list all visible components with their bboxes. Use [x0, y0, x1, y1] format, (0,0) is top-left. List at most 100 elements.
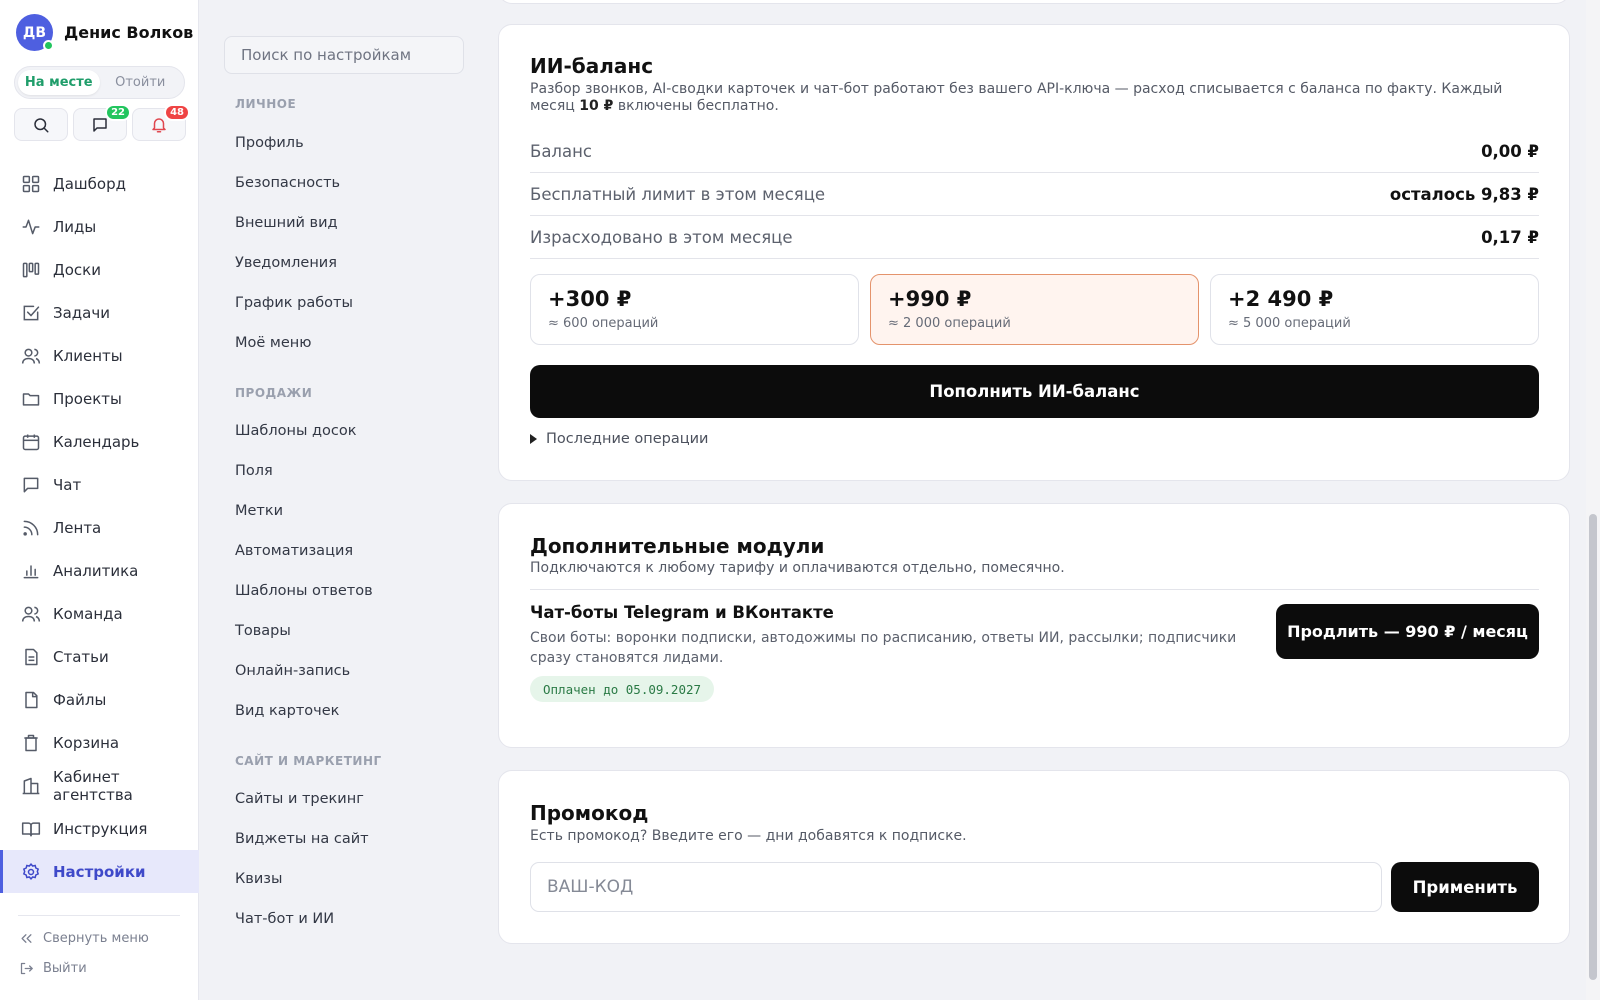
settings-item-products[interactable]: Товары: [235, 623, 291, 639]
scrollbar[interactable]: [1586, 0, 1600, 1000]
settings-item-security[interactable]: Безопасность: [235, 175, 340, 191]
nav-item-tasks[interactable]: Задачи: [0, 291, 199, 334]
document-icon: [25, 648, 38, 665]
messages-count-badge: 22: [105, 104, 131, 121]
settings-nav: ЛИЧНОЕ Профиль Безопасность Внешний вид …: [199, 0, 489, 1000]
checkbox-icon: [23, 305, 40, 320]
settings-item-board-templates[interactable]: Шаблоны досок: [235, 423, 357, 439]
nav-item-chat[interactable]: Чат: [0, 463, 199, 506]
logout-button[interactable]: Выйти: [19, 961, 87, 976]
package-option-990[interactable]: +990 ₽ ≈ 2 000 операций: [870, 274, 1199, 345]
modules-card: Дополнительные модули Подключаются к люб…: [498, 503, 1570, 748]
nav-item-label: Корзина: [53, 733, 120, 752]
spent-value: 0,17 ₽: [1481, 227, 1539, 247]
settings-item-tags[interactable]: Метки: [235, 503, 283, 519]
logout-icon: [20, 962, 33, 975]
nav-item-label: Доски: [53, 260, 101, 279]
gear-icon: [22, 862, 40, 880]
settings-group-title: САЙТ И МАРКЕТИНГ: [235, 754, 382, 768]
nav-item-team[interactable]: Команда: [0, 592, 199, 635]
settings-item-online-booking[interactable]: Онлайн-запись: [235, 663, 350, 679]
folder-icon: [22, 392, 40, 406]
recent-operations-toggle[interactable]: Последние операции: [530, 431, 708, 447]
nav-item-label: Аналитика: [53, 561, 139, 580]
sidebar-divider: [18, 915, 180, 916]
settings-item-appearance[interactable]: Внешний вид: [235, 215, 338, 231]
topup-ai-balance-button[interactable]: Пополнить ИИ-баланс: [530, 365, 1539, 418]
balance-label: Баланс: [530, 141, 592, 161]
online-status-dot: [43, 40, 54, 51]
nav-item-label: Задачи: [53, 303, 110, 322]
settings-search-input[interactable]: [224, 36, 464, 74]
notifications-button[interactable]: 48: [132, 104, 190, 141]
free-limit-label: Бесплатный лимит в этом месяце: [530, 184, 826, 204]
settings-item-fields[interactable]: Поля: [235, 463, 273, 479]
extend-module-button[interactable]: Продлить — 990 ₽ / месяц: [1276, 604, 1539, 659]
nav-item-dashboard[interactable]: Дашборд: [0, 162, 199, 205]
nav-item-agency-cabinet[interactable]: Кабинет агентства: [0, 764, 199, 807]
nav-item-feed[interactable]: Лента: [0, 506, 199, 549]
nav-item-leads[interactable]: Лиды: [0, 205, 199, 248]
balance-row: Баланс 0,00 ₽: [530, 130, 1539, 173]
nav-item-boards[interactable]: Доски: [0, 248, 199, 291]
nav-item-files[interactable]: Файлы: [0, 678, 199, 721]
nav-item-label: Настройки: [53, 862, 146, 881]
free-amount: 10 ₽: [579, 98, 614, 114]
nav-item-instructions[interactable]: Инструкция: [0, 807, 199, 850]
settings-item-automation[interactable]: Автоматизация: [235, 543, 353, 559]
free-limit-row: Бесплатный лимит в этом месяце осталось …: [530, 173, 1539, 216]
nav-item-calendar[interactable]: Календарь: [0, 420, 199, 463]
modules-subtitle: Подключаются к любому тарифу и оплачиваю…: [530, 560, 1065, 576]
search-button[interactable]: [14, 108, 68, 141]
rss-icon: [23, 520, 39, 536]
user-block[interactable]: ДВ Денис Волков: [16, 14, 193, 51]
nav-item-label: Лента: [53, 518, 102, 537]
settings-item-reply-templates[interactable]: Шаблоны ответов: [235, 583, 373, 599]
collapse-menu-button[interactable]: Свернуть меню: [19, 931, 149, 946]
avatar-initials: ДВ: [22, 24, 47, 41]
nav-item-clients[interactable]: Клиенты: [0, 334, 199, 377]
apply-promo-button[interactable]: Применить: [1391, 862, 1539, 912]
disclosure-triangle-icon: [530, 434, 537, 444]
status-away-option[interactable]: Отойти: [100, 70, 182, 95]
package-option-300[interactable]: +300 ₽ ≈ 600 операций: [530, 274, 859, 345]
book-icon: [21, 821, 41, 836]
scrollbar-thumb[interactable]: [1589, 514, 1597, 980]
settings-item-work-schedule[interactable]: График работы: [235, 295, 353, 311]
nav-item-label: Файлы: [53, 690, 107, 709]
file-icon: [25, 691, 38, 708]
status-present-option[interactable]: На месте: [18, 70, 100, 95]
settings-item-my-menu[interactable]: Моё меню: [235, 335, 311, 351]
nav-item-analytics[interactable]: Аналитика: [0, 549, 199, 592]
chevrons-left-icon: [21, 934, 32, 943]
nav-item-settings[interactable]: Настройки: [0, 850, 199, 893]
settings-item-chatbot-ai[interactable]: Чат-бот и ИИ: [235, 911, 334, 927]
package-operations: ≈ 2 000 операций: [888, 316, 1011, 331]
nav-item-articles[interactable]: Статьи: [0, 635, 199, 678]
dashboard-icon: [22, 175, 40, 192]
nav-item-trash[interactable]: Корзина: [0, 721, 199, 764]
package-operations: ≈ 5 000 операций: [1228, 316, 1351, 331]
settings-item-notifications[interactable]: Уведомления: [235, 255, 337, 271]
package-amount: +300 ₽: [548, 287, 632, 311]
messages-button[interactable]: 22: [73, 104, 131, 141]
recent-operations-label: Последние операции: [546, 431, 709, 447]
nav-item-projects[interactable]: Проекты: [0, 377, 199, 420]
module-paid-badge: Оплачен до 05.09.2027: [530, 676, 715, 702]
package-option-2490[interactable]: +2 490 ₽ ≈ 5 000 операций: [1210, 274, 1539, 345]
chat-icon: [23, 477, 39, 492]
ai-balance-title: ИИ-баланс: [530, 54, 654, 78]
settings-item-card-view[interactable]: Вид карточек: [235, 703, 339, 719]
nav-item-label: Кабинет агентства: [53, 767, 133, 804]
avatar[interactable]: ДВ: [16, 14, 54, 51]
nav-item-label: Проекты: [53, 389, 122, 408]
spent-row: Израсходовано в этом месяце 0,17 ₽: [530, 216, 1539, 259]
spent-label: Израсходовано в этом месяце: [530, 227, 793, 247]
settings-item-sites-tracking[interactable]: Сайты и трекинг: [235, 791, 364, 807]
settings-item-profile[interactable]: Профиль: [235, 135, 304, 151]
modules-divider: [530, 589, 1539, 590]
promo-code-input[interactable]: [530, 862, 1382, 912]
settings-item-site-widgets[interactable]: Виджеты на сайт: [235, 831, 369, 847]
settings-item-quizzes[interactable]: Квизы: [235, 871, 282, 887]
ai-balance-desc-line1: Разбор звонков, AI-сводки карточек и чат…: [530, 81, 1503, 97]
